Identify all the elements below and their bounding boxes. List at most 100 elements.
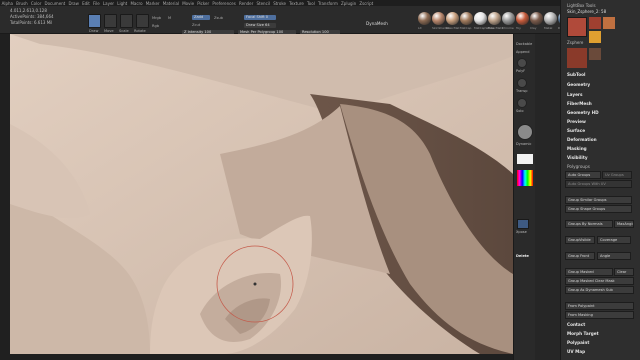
extra-thumbnail-icon[interactable]	[589, 48, 601, 60]
material-sphere-matcap[interactable]	[460, 12, 473, 25]
solo-icon[interactable]	[517, 98, 527, 108]
coverage-slider[interactable]: Coverage	[597, 236, 631, 244]
material-label: Lit	[418, 26, 422, 30]
clear-button[interactable]: Clear	[614, 268, 634, 276]
right-shelf: Dockable Append PolyF Transp Solo Dynami…	[513, 34, 535, 360]
group-masked-clear-button[interactable]: Group Masked Clear Mask	[565, 277, 634, 285]
menu-visibility[interactable]: Visibility	[567, 155, 588, 160]
menu-polygroups[interactable]: Polygroups	[567, 164, 590, 169]
menu-contact[interactable]: Contact	[567, 322, 585, 327]
menu-deformation[interactable]: Deformation	[567, 137, 597, 142]
angle-slider[interactable]: Angle	[597, 252, 631, 260]
auto-groups-button[interactable]: Auto Groups	[565, 171, 601, 179]
rgb-toggle[interactable]: Rgb	[152, 24, 159, 28]
material-sphere-lit[interactable]	[418, 12, 431, 25]
mrgb-toggle[interactable]: Mrgb	[152, 16, 161, 20]
groups-by-normals-button[interactable]: Groups By Normals	[565, 220, 613, 228]
draw-size-slider[interactable]: Draw Size 64	[244, 23, 276, 28]
m-toggle[interactable]: M	[168, 16, 171, 20]
auto-groups-uv-button[interactable]: Auto Groups With UV	[565, 180, 632, 188]
material-sphere-matcapwhite[interactable]	[474, 12, 487, 25]
focal-shift-slider[interactable]: Focal Shift 0	[244, 15, 276, 20]
menu-masking[interactable]: Masking	[567, 146, 587, 151]
polymesh-thumbnail-icon[interactable]	[589, 31, 601, 43]
top-toolbar: 4.011,2.613,0.128 ActivePoints: 384,664 …	[0, 6, 571, 35]
material-sphere-icon[interactable]	[517, 124, 533, 140]
left-tray	[0, 34, 10, 360]
material-sphere-toy[interactable]	[516, 12, 529, 25]
color-picker[interactable]	[517, 170, 533, 186]
rotate-label: Rotate	[134, 29, 146, 33]
polyf-icon[interactable]	[517, 58, 527, 68]
zadd-label: Zadd	[194, 15, 204, 19]
menu-surface[interactable]: Surface	[567, 128, 585, 133]
subtool-name: Zsphere	[567, 40, 584, 45]
shelf-title: Dockable	[516, 42, 533, 46]
material-sphere-skinshade4[interactable]	[432, 12, 445, 25]
subtool-thumbnail-icon[interactable]	[567, 48, 587, 68]
menu-uv-map[interactable]: UV Map	[567, 349, 585, 354]
material-label: MatCap	[460, 26, 472, 30]
canvas-viewport[interactable]	[10, 34, 513, 354]
tool-name: Skin_Zsphere_2: 58	[567, 9, 607, 14]
shelf-append[interactable]: Append	[516, 50, 529, 54]
sculpt-model	[10, 34, 513, 354]
transp-icon[interactable]	[517, 78, 527, 88]
dynamesh-button[interactable]: DynaMesh	[366, 21, 388, 26]
active-points: ActivePoints: 384,664	[10, 14, 54, 19]
material-sphere-clay[interactable]	[530, 12, 543, 25]
move-button[interactable]	[104, 14, 117, 28]
lightbox-tools-button[interactable]: LightBox Tools	[567, 3, 596, 8]
zcut-toggle[interactable]: Zcut	[192, 23, 200, 27]
material-label: Metal	[544, 26, 553, 30]
menu-fibermesh[interactable]: FiberMesh	[567, 101, 592, 106]
group-similar-button[interactable]: Group Similar Groups	[565, 196, 632, 204]
uv-groups-button[interactable]: Uv Groups	[602, 171, 632, 179]
material-label: Clay	[530, 26, 537, 30]
menu-geometry[interactable]: Geometry	[567, 82, 590, 87]
rotate-button[interactable]	[136, 14, 149, 28]
group-shape-button[interactable]: Group Shape Groups	[565, 205, 632, 213]
total-points: TotalPoints: 6.613 Mil	[10, 20, 53, 25]
coords-readout: 4.011,2.613,0.128	[10, 8, 47, 13]
material-sphere-metal[interactable]	[544, 12, 557, 25]
menu-morph-target[interactable]: Morph Target	[567, 331, 599, 336]
scale-label: Scale	[119, 29, 129, 33]
from-polypaint-button[interactable]: From Polypaint	[565, 302, 634, 310]
from-masking-button[interactable]: From Masking	[565, 311, 634, 319]
transp-label: Transp	[516, 89, 528, 93]
material-palette: Lit SkinShade4 BasicMat MatCap MatCapWhite Ba…	[418, 12, 571, 34]
xpose-icon[interactable]	[517, 219, 529, 229]
menu-layers[interactable]: Layers	[567, 92, 583, 97]
move-label: Move	[104, 29, 114, 33]
xpose-label: Xpose	[516, 230, 527, 234]
simplebrush-thumbnail-icon[interactable]	[603, 17, 615, 29]
menu-geometry-hd[interactable]: Geometry HD	[567, 110, 599, 115]
tool-palette: LightBox Tools Skin_Zsphere_2: 58 Zspher…	[560, 0, 640, 360]
focal-shift-label: Focal Shift 0	[246, 15, 269, 19]
scale-button[interactable]	[120, 14, 133, 28]
material-sphere-basicmat[interactable]	[446, 12, 459, 25]
group-front-button[interactable]: Group Front	[565, 252, 595, 260]
tool-thumbnail-icon[interactable]	[567, 17, 587, 37]
material-label: Chrome	[502, 26, 514, 30]
zsphere-thumbnail-icon[interactable]	[589, 17, 601, 29]
draw-label: Draw	[89, 29, 99, 33]
max-angle-slider[interactable]: MaxAngle	[614, 220, 634, 228]
menu-polypaint[interactable]: Polypaint	[567, 340, 589, 345]
group-masked-button[interactable]: Group Masked	[565, 268, 613, 276]
zsub-toggle[interactable]: Zsub	[214, 16, 223, 20]
material-sphere-chrome[interactable]	[502, 12, 515, 25]
delete-button[interactable]: Delete	[516, 254, 529, 258]
draw-button[interactable]	[88, 14, 101, 28]
menu-preview[interactable]: Preview	[567, 119, 586, 124]
texture-swatch[interactable]	[517, 154, 533, 164]
group-visible-button[interactable]: GroupVisible	[565, 236, 595, 244]
dynamic-label: Dynamic	[516, 142, 532, 146]
polyf-label: PolyF	[516, 69, 526, 73]
menu-subtool[interactable]: SubTool	[567, 72, 585, 77]
group-dynamesh-button[interactable]: Group As Dynamesh Sub	[565, 286, 634, 294]
draw-size-label: Draw Size 64	[246, 23, 270, 27]
zadd-toggle[interactable]: Zadd	[192, 15, 210, 20]
material-sphere-basicmat2[interactable]	[488, 12, 501, 25]
